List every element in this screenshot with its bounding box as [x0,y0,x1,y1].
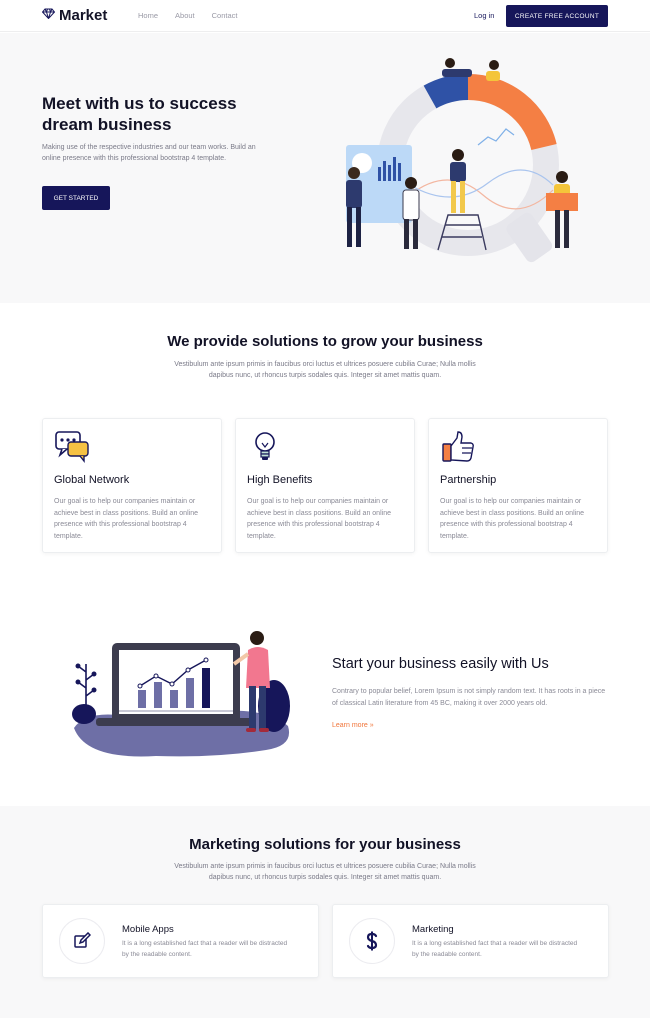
solutions-title: We provide solutions to grow your busine… [167,333,483,350]
marketing-description: Vestibulum ante ipsum primis in faucibus… [174,863,476,881]
service-text: It is a long established fact that a rea… [412,940,578,958]
nav-links: Home About Contact [138,11,237,20]
dollar-icon [349,918,395,964]
diamond-icon [41,6,56,24]
business-text: Contrary to popular belief, Lorem Ipsum … [332,688,606,707]
service-text: It is a long established fact that a rea… [122,940,288,958]
card-text: Our goal is to help our companies mainta… [440,498,584,540]
hero-title: Meet with us to success dream business [42,94,237,134]
feature-card-high-benefits: High Benefits Our goal is to help our co… [235,418,415,553]
chat-icon [55,431,89,463]
feature-card-partnership: Partnership Our goal is to help our comp… [428,418,608,553]
thumbs-up-icon [442,431,474,462]
service-card-marketing: Marketing It is a long established fact … [332,904,609,978]
card-title: Partnership [440,474,497,486]
brand-name: Market [59,6,108,24]
solutions-description: Vestibulum ante ipsum primis in faucibus… [174,361,476,379]
service-card-mobile-apps: Mobile Apps It is a long established fac… [42,904,319,978]
card-text: Our goal is to help our companies mainta… [54,498,198,540]
nav-link-about[interactable]: About [175,11,195,20]
laptop-illustration [72,631,290,757]
edit-icon [59,918,105,964]
card-text: Our goal is to help our companies mainta… [247,498,391,540]
create-account-button[interactable]: CREATE FREE ACCOUNT [506,5,608,27]
brand-logo[interactable]: Market [41,6,108,24]
marketing-title: Marketing solutions for your business [189,836,461,853]
nav-link-contact[interactable]: Contact [212,11,238,20]
top-navbar: Market Home About Contact Log in CREATE … [0,0,650,32]
login-link[interactable]: Log in [474,11,494,20]
learn-more-link[interactable]: Learn more » [332,722,374,729]
card-title: High Benefits [247,474,313,486]
hero-section: Meet with us to success dream business M… [0,33,650,303]
lightbulb-icon [255,432,275,460]
business-title: Start your business easily with Us [332,656,549,672]
get-started-button[interactable]: GET STARTED [42,186,110,210]
hero-illustration [346,58,578,263]
nav-link-home[interactable]: Home [138,11,158,20]
feature-card-global-network: Global Network Our goal is to help our c… [42,418,222,553]
hero-description: Making use of the respective industries … [42,144,256,162]
card-title: Global Network [54,474,130,486]
service-title: Marketing [412,924,454,935]
service-title: Mobile Apps [122,924,174,935]
